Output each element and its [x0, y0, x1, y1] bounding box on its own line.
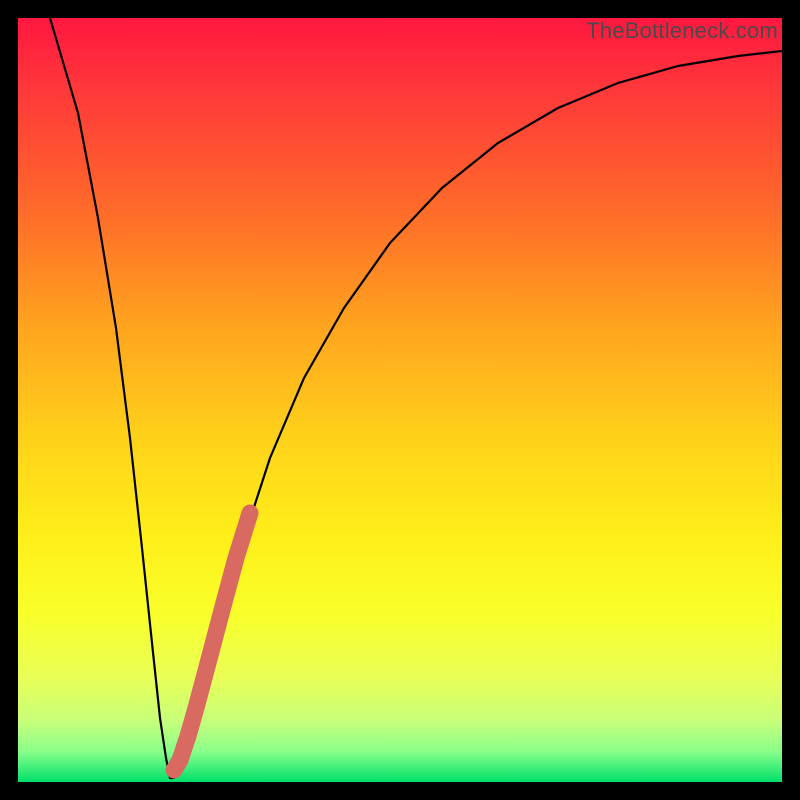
- watermark-text: TheBottleneck.com: [586, 18, 778, 44]
- chart-svg: [18, 18, 782, 782]
- highlight-segment: [174, 513, 250, 770]
- bottleneck-curve: [50, 18, 782, 778]
- chart-plot-area: TheBottleneck.com: [18, 18, 782, 782]
- chart-frame: TheBottleneck.com: [0, 0, 800, 800]
